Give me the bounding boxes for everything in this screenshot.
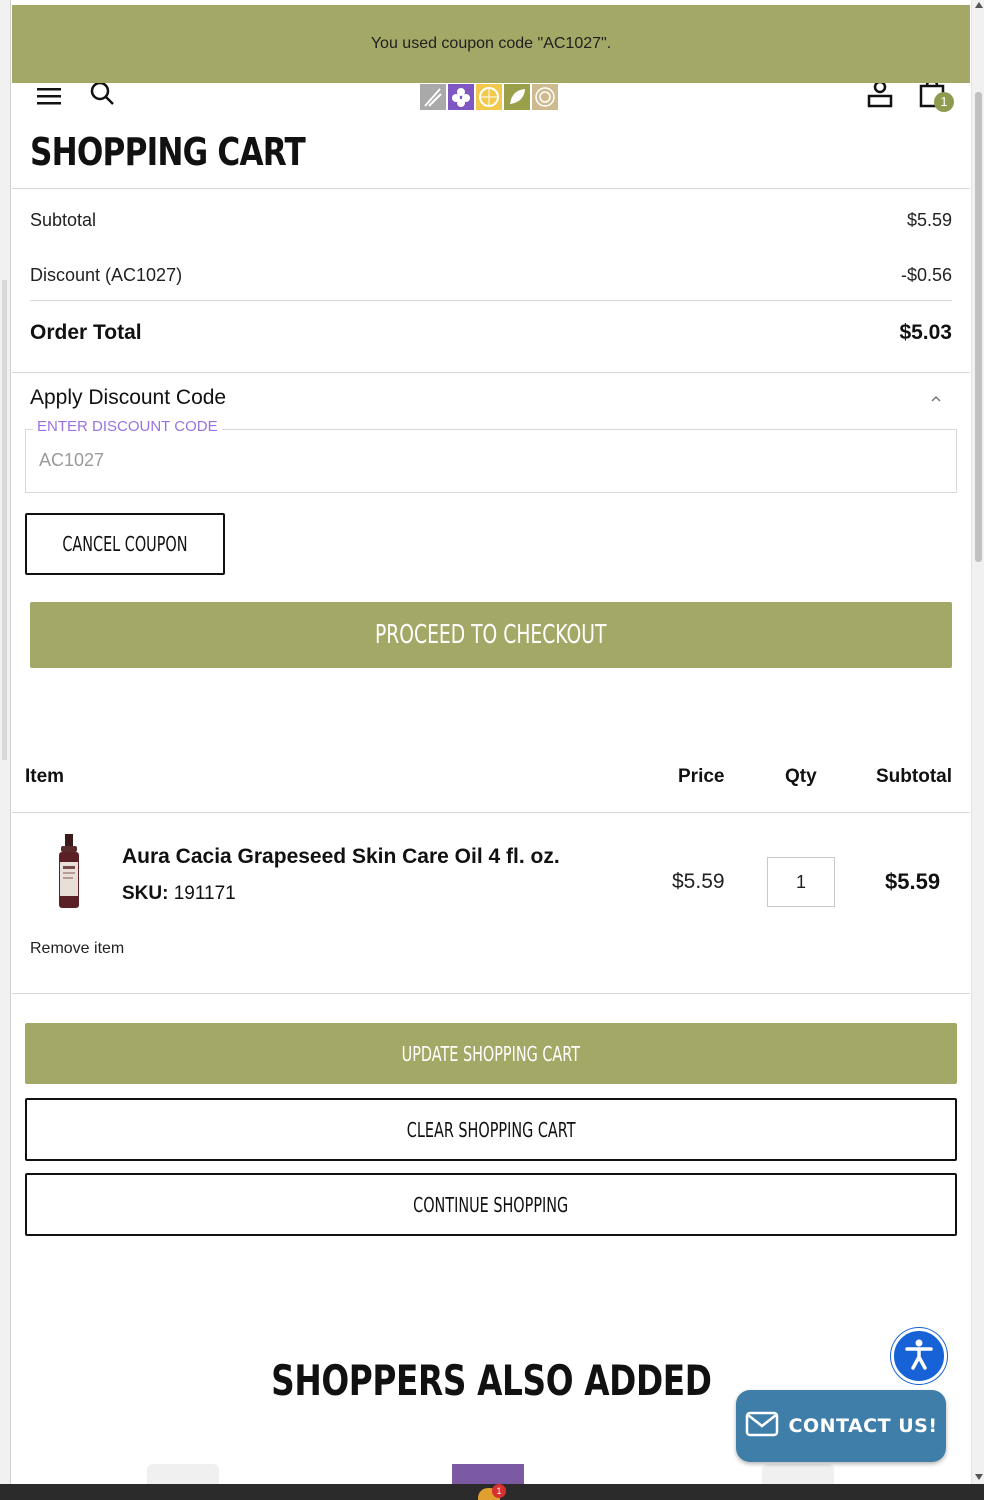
logo-citrus-tile-icon xyxy=(476,84,502,110)
proceed-to-checkout-label: PROCEED TO CHECKOUT xyxy=(375,620,607,650)
scroll-up-arrow[interactable] xyxy=(975,2,983,8)
subtotal-label: Subtotal xyxy=(30,210,97,230)
page-scrollbar[interactable] xyxy=(971,0,984,1484)
product-price: $5.59 xyxy=(672,870,725,893)
chevron-up-icon[interactable] xyxy=(930,392,942,404)
cart-count-badge: 1 xyxy=(934,92,954,112)
discount-value: -$0.56 xyxy=(900,265,952,285)
column-header-price: Price xyxy=(678,766,725,787)
page-content: 1 You used coupon code "AC1027". SHOPPIN… xyxy=(12,0,970,1484)
apply-discount-toggle[interactable]: Apply Discount Code xyxy=(30,386,226,410)
divider xyxy=(12,188,970,189)
product-image[interactable] xyxy=(54,832,84,912)
gutter-mark xyxy=(2,280,7,760)
scroll-down-arrow[interactable] xyxy=(975,1474,983,1480)
product-sku: SKU: 191171 xyxy=(122,883,236,905)
accessibility-icon xyxy=(901,1336,937,1377)
logo-flower-tile-icon xyxy=(448,84,474,110)
scroll-thumb[interactable] xyxy=(975,92,982,562)
divider xyxy=(12,812,970,813)
coupon-banner-message: You used coupon code "AC1027". xyxy=(370,35,612,52)
contact-us-label: CONTACT US! xyxy=(788,1415,938,1437)
logo-wood-tile-icon xyxy=(532,84,558,110)
proceed-to-checkout-button[interactable]: PROCEED TO CHECKOUT xyxy=(30,602,952,668)
discount-code-label: ENTER DISCOUNT CODE xyxy=(33,418,222,435)
page-title: SHOPPING CART xyxy=(30,130,306,174)
recommended-product-image[interactable] xyxy=(452,1464,524,1484)
row-subtotal: $5.59 xyxy=(885,869,941,894)
quantity-value: 1 xyxy=(795,871,806,892)
order-total-value: $5.03 xyxy=(899,321,952,344)
coupon-applied-banner: You used coupon code "AC1027". xyxy=(12,5,970,83)
continue-shopping-label: CONTINUE SHOPPING xyxy=(413,1192,569,1217)
divider xyxy=(12,993,970,994)
remove-item-link[interactable]: Remove item xyxy=(30,940,124,958)
update-cart-label: UPDATE SHOPPING CART xyxy=(401,1041,581,1066)
update-cart-button[interactable]: UPDATE SHOPPING CART xyxy=(25,1023,957,1084)
cancel-coupon-label: CANCEL COUPON xyxy=(62,532,188,556)
divider xyxy=(30,300,952,301)
continue-shopping-button[interactable]: CONTINUE SHOPPING xyxy=(25,1173,957,1236)
also-added-title: SHOPPERS ALSO ADDED xyxy=(270,1356,712,1405)
mail-icon xyxy=(745,1411,779,1442)
discount-row: Discount (AC1027) -$0.56 xyxy=(30,265,952,286)
os-taskbar: 1 xyxy=(0,1484,984,1500)
cancel-coupon-button[interactable]: CANCEL COUPON xyxy=(25,513,225,575)
divider xyxy=(12,372,970,373)
accessibility-button[interactable] xyxy=(891,1328,947,1384)
discount-code-input[interactable] xyxy=(39,450,639,471)
sku-value: 191171 xyxy=(173,883,236,904)
taskbar-notification-badge: 1 xyxy=(492,1484,506,1498)
recommended-product-image[interactable] xyxy=(147,1464,219,1484)
discount-label: Discount (AC1027) xyxy=(30,265,183,285)
sku-label: SKU: xyxy=(122,883,169,904)
brand-logo[interactable] xyxy=(420,84,558,110)
logo-leaf-tile-icon xyxy=(420,84,446,110)
logo-leaf2-tile-icon xyxy=(504,84,530,110)
column-header-qty: Qty xyxy=(785,766,817,787)
order-total-label: Order Total xyxy=(30,321,142,344)
browser-left-gutter xyxy=(0,0,11,1484)
column-header-subtotal: Subtotal xyxy=(876,766,952,787)
subtotal-value: $5.59 xyxy=(906,210,952,230)
clear-cart-label: CLEAR SHOPPING CART xyxy=(406,1117,576,1142)
recommended-product-image[interactable] xyxy=(762,1464,834,1484)
clear-cart-button[interactable]: CLEAR SHOPPING CART xyxy=(25,1098,957,1161)
subtotal-row: Subtotal $5.59 xyxy=(30,210,952,231)
contact-us-button[interactable]: CONTACT US! xyxy=(736,1390,946,1462)
product-name-link[interactable]: Aura Cacia Grapeseed Skin Care Oil 4 fl.… xyxy=(122,845,560,869)
order-total-row: Order Total $5.03 xyxy=(30,321,952,345)
quantity-input[interactable]: 1 xyxy=(767,857,835,907)
column-header-item: Item xyxy=(25,766,65,787)
